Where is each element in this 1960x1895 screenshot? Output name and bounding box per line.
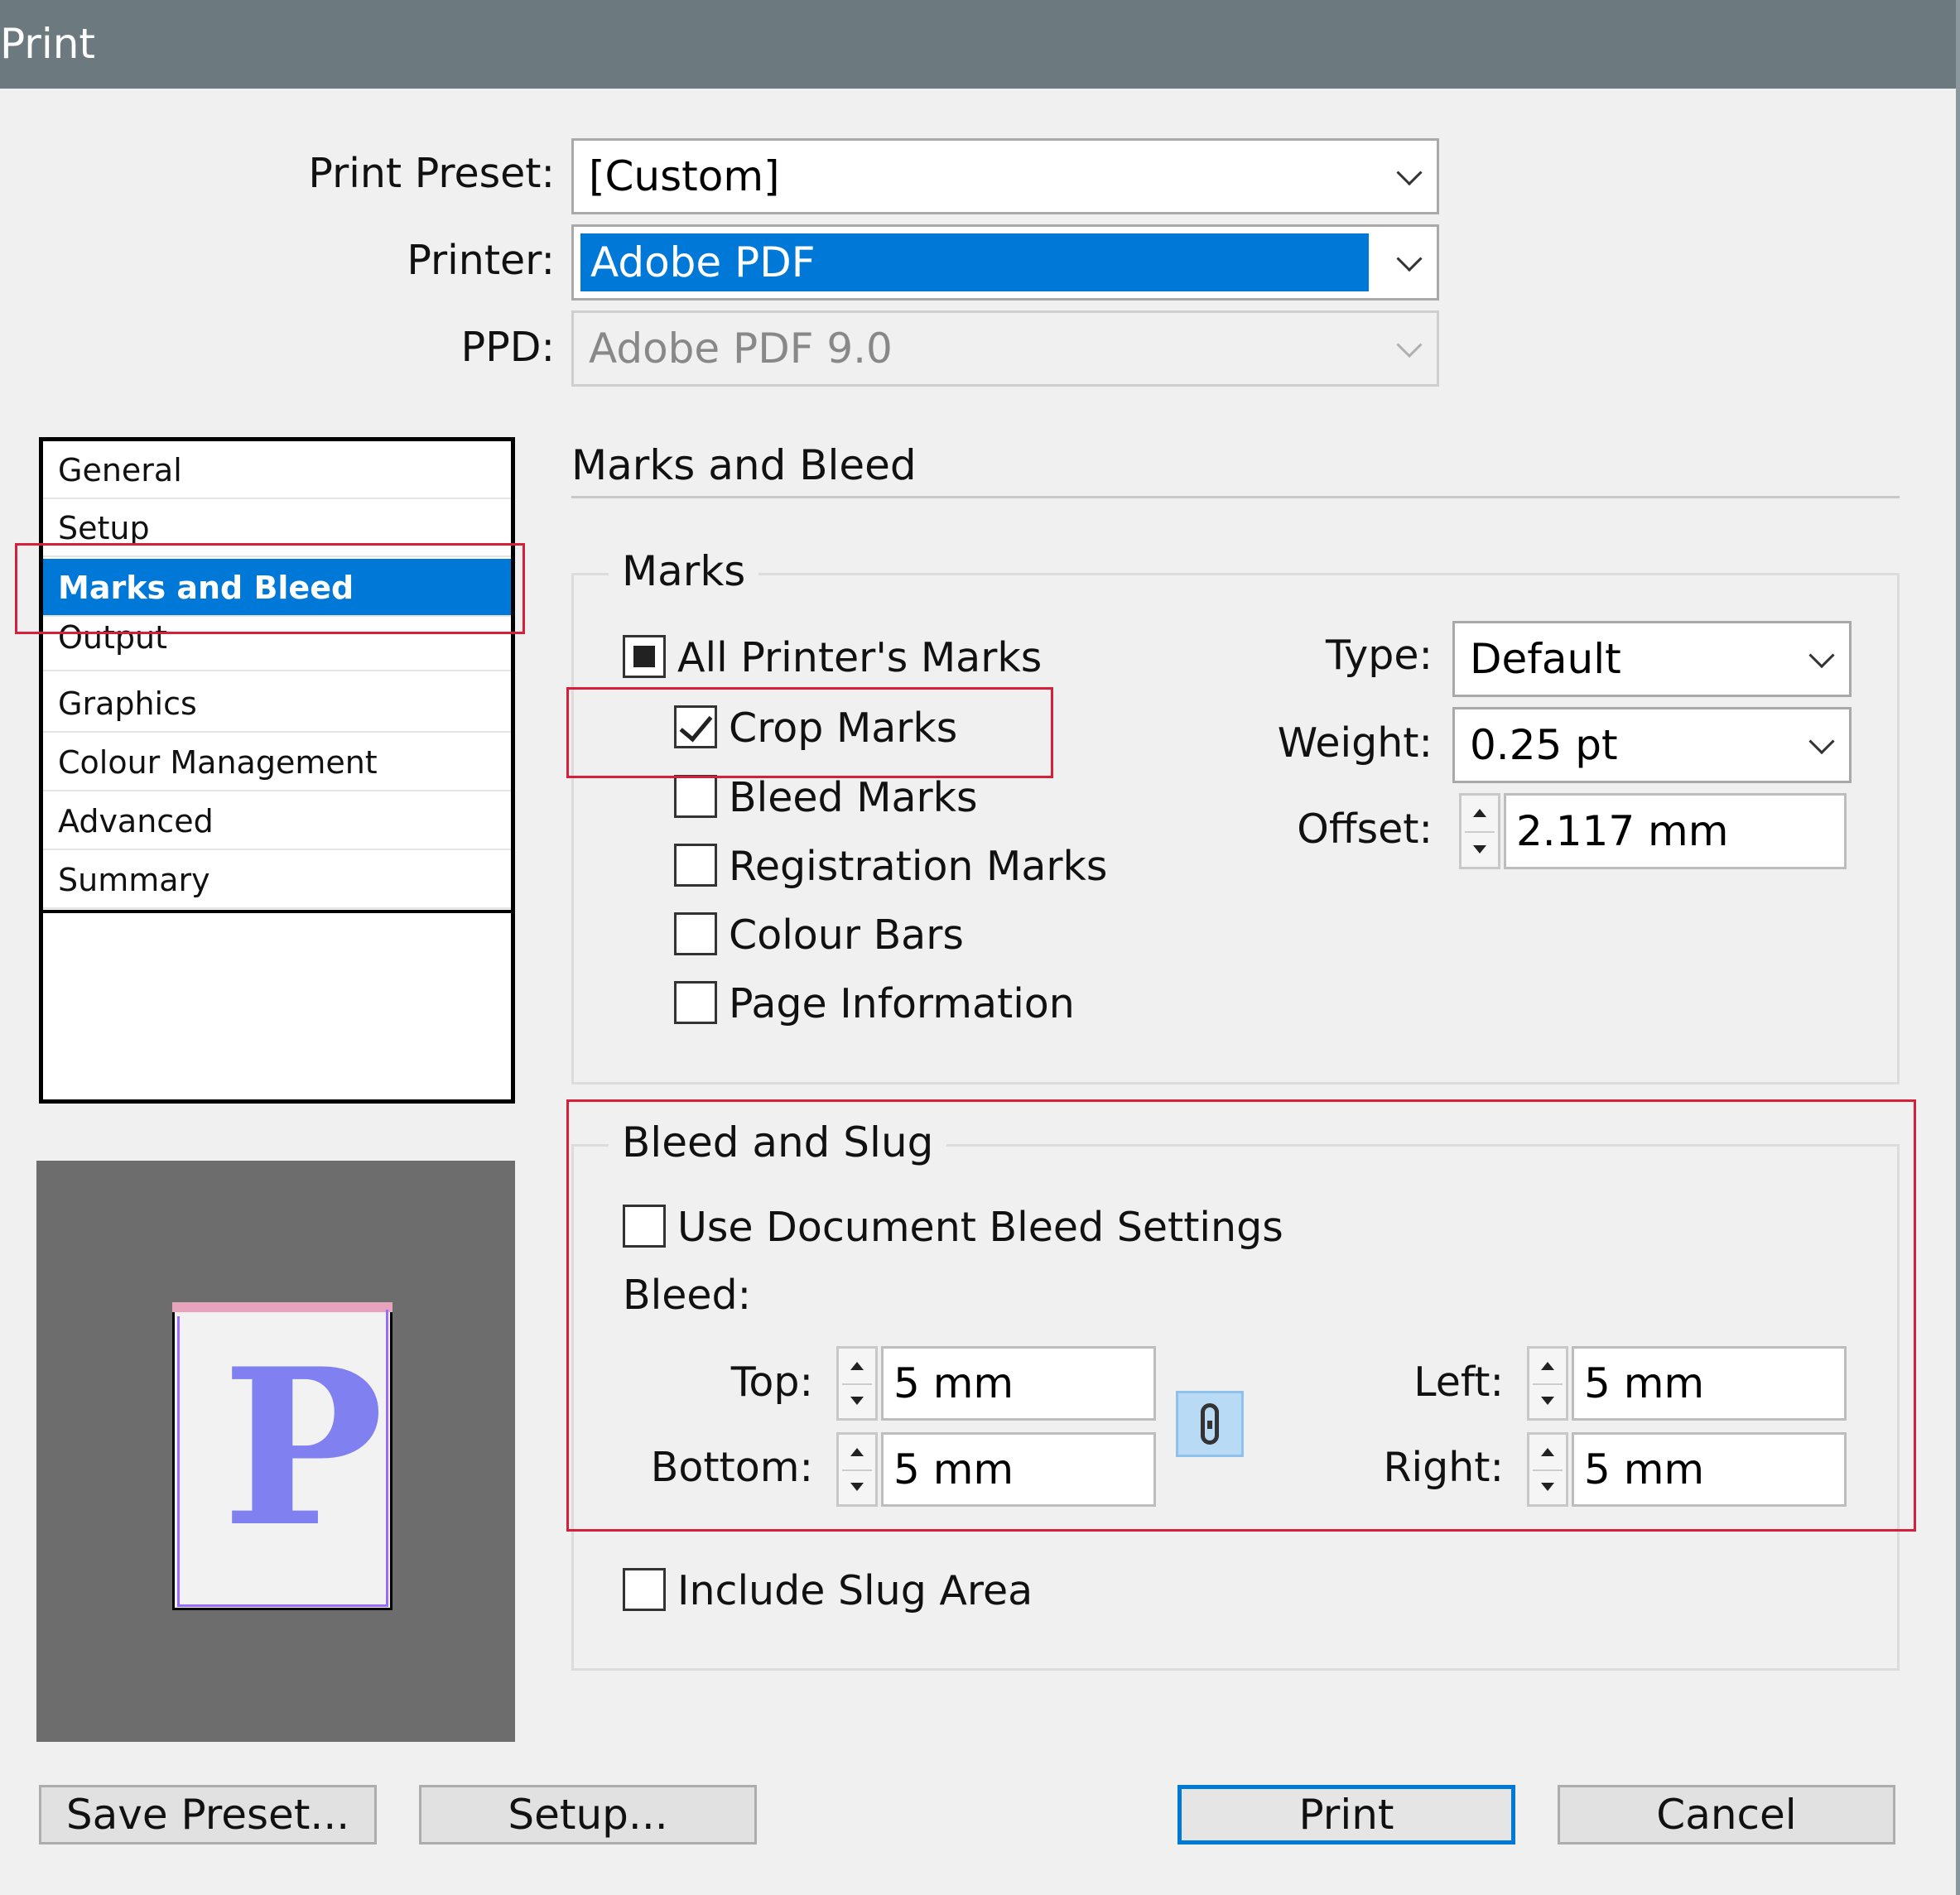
weight-label: Weight: — [1277, 719, 1433, 767]
category-list[interactable]: General Setup Marks and Bleed Output Gra… — [39, 437, 515, 1104]
offset-input[interactable]: 2.117 mm — [1504, 793, 1847, 869]
weight-dropdown[interactable]: 0.25 pt — [1452, 707, 1852, 783]
category-general[interactable]: General — [43, 441, 511, 499]
category-graphics[interactable]: Graphics — [43, 675, 511, 733]
type-label: Type: — [1325, 632, 1433, 679]
stepper-down-icon[interactable] — [1473, 845, 1486, 854]
print-preset-dropdown[interactable]: [Custom] — [571, 138, 1439, 214]
title-bar: Print — [0, 0, 1960, 89]
cancel-button[interactable]: Cancel — [1558, 1785, 1895, 1844]
page-information-label[interactable]: Page Information — [729, 979, 1075, 1029]
preview-bleed-strip — [172, 1302, 392, 1312]
all-printers-marks-label[interactable]: All Printer's Marks — [677, 633, 1042, 683]
category-advanced[interactable]: Advanced — [43, 792, 511, 850]
save-preset-button[interactable]: Save Preset... — [39, 1785, 377, 1844]
offset-value: 2.117 mm — [1516, 807, 1729, 855]
preview-bleed-line — [386, 1310, 388, 1606]
colour-bars-checkbox[interactable] — [674, 912, 717, 955]
preview-bleed-line — [177, 1604, 388, 1607]
chevron-down-icon — [1808, 642, 1835, 669]
preview-bleed-line — [177, 1316, 180, 1606]
section-title: Marks and Bleed — [571, 441, 917, 489]
print-button[interactable]: Print — [1177, 1785, 1515, 1844]
chevron-down-icon — [1396, 332, 1423, 358]
category-summary[interactable]: Summary — [43, 851, 511, 909]
setup-button[interactable]: Setup... — [419, 1785, 757, 1844]
print-preset-label: Print Preset: — [308, 150, 555, 197]
category-colour-management[interactable]: Colour Management — [43, 733, 511, 791]
category-list-empty-area — [43, 910, 511, 1099]
highlight-box-category — [15, 543, 525, 634]
chevron-down-icon — [1808, 729, 1835, 755]
printer-value: Adobe PDF — [590, 238, 816, 286]
ppd-value: Adobe PDF 9.0 — [589, 325, 893, 373]
include-slug-label[interactable]: Include Slug Area — [677, 1566, 1033, 1616]
ppd-dropdown: Adobe PDF 9.0 — [571, 310, 1439, 387]
type-dropdown[interactable]: Default — [1452, 621, 1852, 697]
registration-marks-label[interactable]: Registration Marks — [729, 842, 1107, 892]
bleed-marks-label[interactable]: Bleed Marks — [729, 773, 978, 823]
printer-selection-highlight: Adobe PDF — [580, 233, 1369, 291]
highlight-box-crop-marks — [566, 687, 1053, 778]
all-printers-marks-checkbox[interactable] — [623, 635, 666, 678]
bleed-marks-checkbox[interactable] — [674, 775, 717, 818]
include-slug-checkbox[interactable] — [623, 1568, 666, 1611]
section-divider — [571, 496, 1900, 498]
preview-glyph: P — [222, 1322, 384, 1575]
window-border — [1956, 0, 1960, 1895]
highlight-box-bleed-slug — [566, 1099, 1916, 1532]
type-value: Default — [1470, 635, 1621, 683]
weight-value: 0.25 pt — [1470, 721, 1618, 769]
printer-label: Printer: — [407, 237, 555, 284]
marks-legend: Marks — [609, 546, 759, 596]
printer-dropdown[interactable]: Adobe PDF — [571, 224, 1439, 301]
registration-marks-checkbox[interactable] — [674, 844, 717, 887]
chevron-down-icon — [1396, 246, 1423, 272]
offset-label: Offset: — [1297, 806, 1433, 853]
ppd-label: PPD: — [460, 324, 555, 371]
page-information-checkbox[interactable] — [674, 981, 717, 1024]
chevron-down-icon — [1396, 160, 1423, 186]
stepper-up-icon[interactable] — [1473, 809, 1486, 817]
offset-stepper[interactable] — [1459, 793, 1500, 869]
colour-bars-label[interactable]: Colour Bars — [729, 911, 964, 960]
print-preset-value: [Custom] — [589, 152, 780, 200]
window-title: Print — [0, 20, 96, 68]
